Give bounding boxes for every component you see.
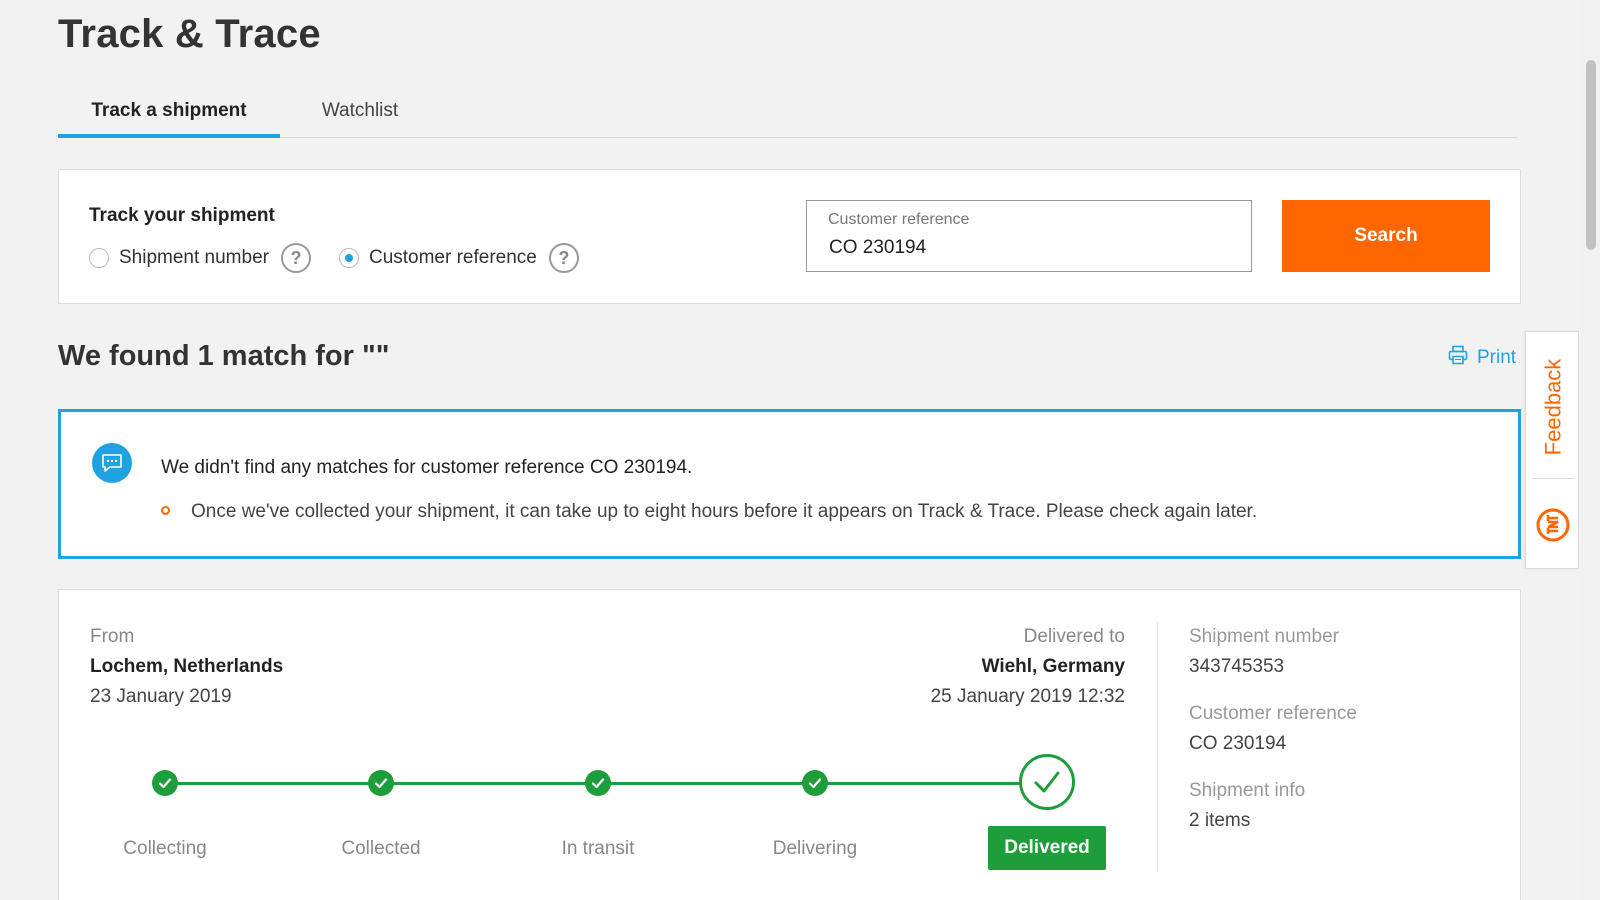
feedback-label-wrap: Feedback [1526,332,1580,482]
shipment-info-value: 2 items [1189,810,1251,831]
tab-track-a-shipment[interactable]: Track a shipment [58,90,280,138]
help-icon[interactable]: ? [548,243,579,273]
delivered-to-label: Delivered to [1023,626,1125,647]
step-label-in-transit: In transit [561,838,635,859]
option-customer-reference[interactable]: Customer reference ? [338,243,579,273]
print-label: Print [1477,347,1517,368]
step-delivered-check-icon [1019,754,1075,810]
customer-reference-meta-label: Customer reference [1189,703,1357,724]
tnt-logo [1535,490,1571,560]
delivered-to-city: Wiehl, Germany [981,656,1125,677]
notice-text: Once we've collected your shipment, it c… [191,501,1258,522]
shipment-number-radio[interactable] [89,248,109,268]
result-heading: We found 1 match for "" [58,340,390,372]
step-label-collecting: Collecting [123,838,207,859]
notice-bullet: Once we've collected your shipment, it c… [161,501,1257,523]
customer-reference-radio[interactable] [338,248,359,268]
no-match-notice: We didn't find any matches for customer … [58,409,1521,559]
help-icon[interactable]: ? [280,243,311,273]
feedback-label: Feedback [1540,358,1565,456]
option-shipment-number[interactable]: Shipment number ? [89,243,311,273]
card-divider [1157,622,1158,872]
customer-reference-input[interactable] [829,237,1229,259]
page-title: Track & Trace [58,12,321,56]
shipment-card: From Lochem, Netherlands 23 January 2019… [58,589,1521,900]
page-scrollbar[interactable] [1582,0,1600,900]
feedback-divider [1532,478,1574,479]
scroll-thumb[interactable] [1586,60,1596,250]
step-label-delivering: Delivering [772,838,858,859]
shipment-info-meta-label: Shipment info [1189,780,1306,801]
search-heading: Track your shipment [89,205,275,226]
from-city: Lochem, Netherlands [90,656,284,677]
search-card: Track your shipment Shipment number ? Cu… [58,169,1521,304]
step-label-collected: Collected [341,838,421,859]
step-collected-check-icon [368,770,394,796]
shipment-meta: Shipment number 343745353 Customer refer… [1189,626,1357,857]
customer-reference-value: CO 230194 [1189,733,1287,754]
step-delivering-check-icon [802,770,828,796]
bullet-dot [161,505,170,515]
print-icon [1448,345,1468,371]
chat-icon [92,443,132,483]
customer-reference-label: Customer reference [368,247,537,268]
search-type-options: Shipment number ? Customer reference ? [89,242,607,274]
notice-title: We didn't find any matches for customer … [161,457,693,478]
shipment-number-meta-label: Shipment number [1189,626,1339,647]
from-label: From [90,626,135,647]
step-label-delivered: Delivered [988,826,1106,870]
customer-reference-field-label: Customer reference [828,211,970,228]
shipment-number-value: 343745353 [1189,656,1285,677]
search-button[interactable]: Search [1282,200,1490,272]
shipment-number-label: Shipment number [119,247,269,268]
print-link[interactable]: Print [1448,344,1516,372]
customer-reference-field[interactable]: Customer reference [806,200,1252,272]
tab-watchlist[interactable]: Watchlist [310,90,410,138]
feedback-tab[interactable]: Feedback [1525,331,1579,569]
step-collecting-check-icon [152,770,178,796]
tab-bar: Track a shipment Watchlist [58,90,1518,138]
delivered-date: 25 January 2019 12:32 [930,686,1125,707]
step-in-transit-check-icon [585,770,611,796]
from-date: 23 January 2019 [90,686,232,707]
